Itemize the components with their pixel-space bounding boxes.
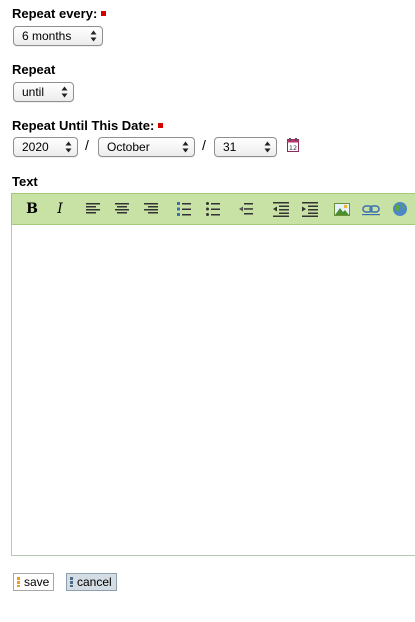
required-marker [101,11,107,16]
year-select[interactable]: 2020 [13,137,78,157]
text-label: Text [12,174,38,189]
save-button-label: save [24,575,50,589]
select-arrows-icon [65,141,72,153]
outdent-button[interactable] [236,199,256,219]
select-arrows-icon [264,141,271,153]
repeat-every-select[interactable]: 6 months [13,26,103,46]
cancel-button[interactable]: cancel [66,573,117,591]
required-marker [158,123,164,128]
insert-link-button[interactable] [361,199,381,219]
italic-button[interactable]: I [50,199,70,219]
repeat-label: Repeat [12,62,56,77]
align-right-button[interactable] [141,199,161,219]
repeat-until-label-text: Repeat Until This Date: [12,118,155,133]
editor-toolbar: B I [11,193,415,225]
align-center-button[interactable] [112,199,132,219]
insert-image-icon [334,203,350,216]
date-separator: / [85,137,89,153]
insert-link-icon [362,205,380,216]
align-left-button[interactable] [83,199,103,219]
indent-icon [273,202,289,217]
repeat-select[interactable]: until [13,82,74,102]
align-right-icon [144,203,158,214]
align-left-icon [86,203,100,214]
indent-icon [302,202,318,217]
date-separator: / [202,137,206,153]
calendar-icon[interactable]: 12 [287,138,299,152]
cancel-button-label: cancel [77,575,112,589]
month-value: October [107,140,150,154]
select-arrows-icon [182,141,189,153]
day-select[interactable]: 31 [214,137,277,157]
day-value: 31 [223,140,237,154]
outdent-icon [239,203,253,215]
cancel-icon [70,577,73,587]
month-select[interactable]: October [98,137,195,157]
select-arrows-icon [61,86,68,98]
repeat-value: until [22,85,45,99]
save-button[interactable]: save [13,573,55,591]
select-arrows-icon [90,30,97,42]
globe-button[interactable] [390,199,410,219]
bold-button[interactable]: B [22,199,42,219]
repeat-every-label-text: Repeat every: [12,6,98,21]
unordered-list-button[interactable] [203,199,223,219]
repeat-every-label: Repeat every: [12,6,107,22]
ordered-list-icon [177,202,191,216]
text-editor-area[interactable] [11,225,415,556]
repeat-until-label: Repeat Until This Date: [12,118,164,134]
unordered-list-icon [206,202,220,216]
repeat-every-value: 6 months [22,29,72,43]
increase-indent-button[interactable] [300,199,320,219]
event-repeat-form: Repeat every: 6 months Repeat until Repe… [0,0,415,622]
decrease-indent-button[interactable] [271,199,291,219]
year-value: 2020 [22,140,49,154]
save-icon [17,577,20,587]
align-center-icon [115,203,129,214]
globe-icon [393,202,407,216]
ordered-list-button[interactable] [174,199,194,219]
svg-text:12: 12 [289,144,297,152]
insert-image-button[interactable] [332,199,352,219]
